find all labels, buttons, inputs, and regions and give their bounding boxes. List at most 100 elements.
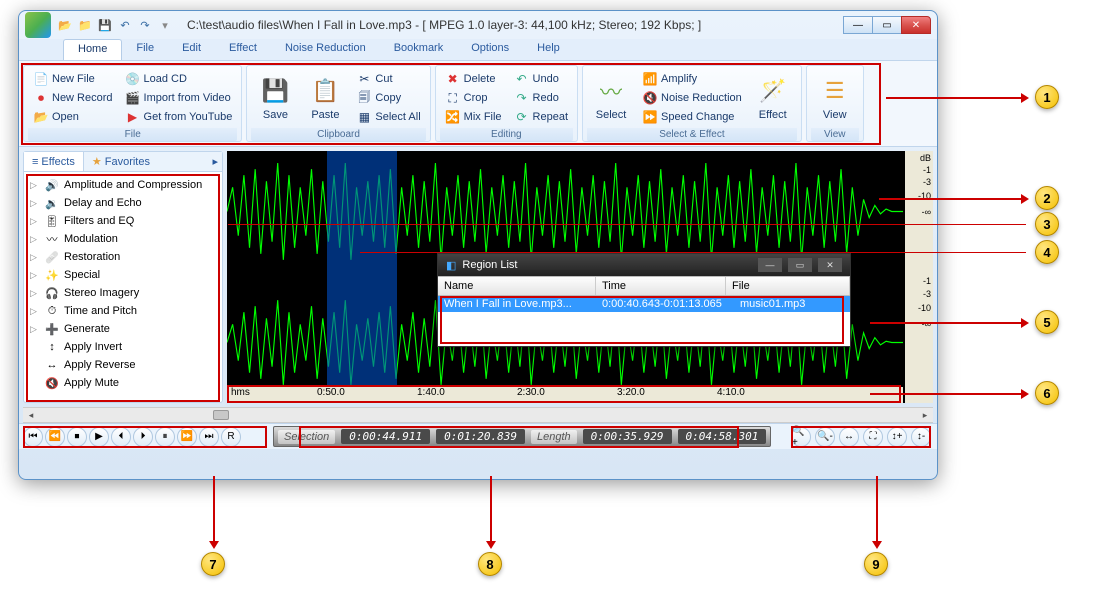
region-close-button[interactable]: ✕ xyxy=(818,258,842,272)
tree-item[interactable]: ↕Apply Invert xyxy=(28,338,218,356)
scrollbar-thumb[interactable] xyxy=(213,410,229,420)
tab-effects[interactable]: ≡Effects xyxy=(24,152,84,171)
pause-button[interactable]: ⏸ xyxy=(155,427,175,447)
scroll-right-icon[interactable]: ▸ xyxy=(917,408,933,422)
col-time[interactable]: Time xyxy=(596,277,726,295)
quick-access-toolbar: 📂 📁 💾 ↶ ↷ ▾ xyxy=(57,17,173,33)
select-all-button[interactable]: ▦Select All xyxy=(353,108,423,126)
repeat-button[interactable]: ⟳Repeat xyxy=(511,108,571,126)
length-label: Length xyxy=(531,430,577,444)
qat-redo-icon[interactable]: ↷ xyxy=(137,17,153,33)
select-button[interactable]: 〰Select xyxy=(589,70,633,126)
zoom-in-button[interactable]: 🔍+ xyxy=(791,427,811,447)
zoom-vertical-out-button[interactable]: ↕- xyxy=(911,427,931,447)
menu-options[interactable]: Options xyxy=(457,39,523,60)
waveform-display[interactable]: dB -1 -3 -10 -∞ -1 -3 -10 -∞ hms 0:50.0 … xyxy=(227,151,933,403)
save-button[interactable]: 💾Save xyxy=(253,70,297,126)
view-button[interactable]: ☰View xyxy=(813,70,857,126)
menu-help[interactable]: Help xyxy=(523,39,574,60)
zoom-tools: 🔍+ 🔍- ↔ ⛶ ↕+ ↕- xyxy=(791,427,933,447)
zoom-vertical-in-button[interactable]: ↕+ xyxy=(887,427,907,447)
prev-button[interactable]: ⏴ xyxy=(111,427,131,447)
callout-1: 1 xyxy=(1035,85,1059,109)
tree-item[interactable]: 🔇Apply Mute xyxy=(28,374,218,392)
qat-open-icon[interactable]: 📂 xyxy=(57,17,73,33)
callout-5: 5 xyxy=(1035,310,1059,334)
open-button[interactable]: 📂Open xyxy=(30,108,116,126)
tree-item[interactable]: ▷🔉Delay and Echo xyxy=(28,194,218,212)
undo-icon: ↶ xyxy=(514,71,530,87)
tree-item[interactable]: ▷🎚Filters and EQ xyxy=(28,212,218,230)
region-maximize-button[interactable]: ▭ xyxy=(788,258,812,272)
minimize-button[interactable]: — xyxy=(843,16,873,34)
delete-button[interactable]: ✖Delete xyxy=(442,70,505,88)
close-button[interactable]: ✕ xyxy=(901,16,931,34)
menu-home[interactable]: Home xyxy=(63,39,122,60)
import-video-button[interactable]: 🎬Import from Video xyxy=(122,89,236,107)
mixfile-button[interactable]: 🔀Mix File xyxy=(442,108,505,126)
undo-button[interactable]: ↶Undo xyxy=(511,70,571,88)
tree-item[interactable]: ▷⏱Time and Pitch xyxy=(28,302,218,320)
zoom-selection-button[interactable]: ⛶ xyxy=(863,427,883,447)
tree-item[interactable]: ▷➕Generate xyxy=(28,320,218,338)
goto-end-button[interactable]: ⏭ xyxy=(199,427,219,447)
next-button[interactable]: ⏵ xyxy=(133,427,153,447)
tree-item[interactable]: ▷✨Special xyxy=(28,266,218,284)
new-file-button[interactable]: 📄New File xyxy=(30,70,116,88)
tree-item[interactable]: ▷🩹Restoration xyxy=(28,248,218,266)
goto-start-button[interactable]: ⏮ xyxy=(23,427,43,447)
effect-button[interactable]: 🪄Effect xyxy=(751,70,795,126)
horizontal-scrollbar[interactable]: ◂ ▸ xyxy=(23,407,933,423)
waveform-selection[interactable] xyxy=(327,151,397,403)
paste-icon: 📋 xyxy=(309,75,341,107)
maximize-button[interactable]: ▭ xyxy=(872,16,902,34)
effects-tab-icon: ≡ xyxy=(32,156,38,168)
menu-noise-reduction[interactable]: Noise Reduction xyxy=(271,39,380,60)
scroll-left-icon[interactable]: ◂ xyxy=(23,408,39,422)
new-record-button[interactable]: ⏺New Record xyxy=(30,89,116,107)
crop-button[interactable]: ⛶Crop xyxy=(442,89,505,107)
amplify-button[interactable]: 📶Amplify xyxy=(639,70,745,88)
region-title: Region List xyxy=(462,259,517,271)
qat-save-icon[interactable]: 💾 xyxy=(97,17,113,33)
zoom-full-button[interactable]: ↔ xyxy=(839,427,859,447)
sidebar-collapse-icon[interactable]: ▸ xyxy=(208,152,222,171)
load-cd-button[interactable]: 💿Load CD xyxy=(122,70,236,88)
tree-item[interactable]: ↔Apply Reverse xyxy=(28,356,218,374)
record-toggle-button[interactable]: R xyxy=(221,427,241,447)
play-button[interactable]: ▶ xyxy=(89,427,109,447)
rewind-button[interactable]: ⏪ xyxy=(45,427,65,447)
menu-effect[interactable]: Effect xyxy=(215,39,271,60)
star-icon: ★ xyxy=(92,155,102,168)
transport-bar: ⏮ ⏪ ⏹ ▶ ⏴ ⏵ ⏸ ⏩ ⏭ R Selection 0:00:44.91… xyxy=(19,423,937,449)
cut-button[interactable]: ✂Cut xyxy=(353,70,423,88)
qat-undo-icon[interactable]: ↶ xyxy=(117,17,133,33)
copy-button[interactable]: 🗐Copy xyxy=(353,89,423,107)
callout-9: 9 xyxy=(864,552,888,576)
redo-button[interactable]: ↷Redo xyxy=(511,89,571,107)
noise-reduction-button[interactable]: 🔇Noise Reduction xyxy=(639,89,745,107)
col-name[interactable]: Name xyxy=(438,277,596,295)
forward-button[interactable]: ⏩ xyxy=(177,427,197,447)
qat-dropdown-icon[interactable]: ▾ xyxy=(157,17,173,33)
region-minimize-button[interactable]: — xyxy=(758,258,782,272)
tree-item[interactable]: ▷🔊Amplitude and Compression xyxy=(28,176,218,194)
menu-bookmark[interactable]: Bookmark xyxy=(380,39,458,60)
amplify-icon: 📶 xyxy=(642,71,658,87)
expand-icon: ▷ xyxy=(30,180,40,191)
col-file[interactable]: File xyxy=(726,277,850,295)
tree-item[interactable]: ▷🎧Stereo Imagery xyxy=(28,284,218,302)
zoom-out-button[interactable]: 🔍- xyxy=(815,427,835,447)
tree-item[interactable]: ▷〰Modulation xyxy=(28,230,218,248)
callout-2: 2 xyxy=(1035,186,1059,210)
titlebar: 📂 📁 💾 ↶ ↷ ▾ C:\test\audio files\When I F… xyxy=(19,11,937,39)
qat-open2-icon[interactable]: 📁 xyxy=(77,17,93,33)
youtube-button[interactable]: ▶Get from YouTube xyxy=(122,108,236,126)
stop-button[interactable]: ⏹ xyxy=(67,427,87,447)
paste-button[interactable]: 📋Paste xyxy=(303,70,347,126)
menu-edit[interactable]: Edit xyxy=(168,39,215,60)
speed-change-button[interactable]: ⏩Speed Change xyxy=(639,108,745,126)
menu-file[interactable]: File xyxy=(122,39,168,60)
expand-icon: ▷ xyxy=(30,198,40,209)
tab-favorites[interactable]: ★Favorites xyxy=(84,152,158,171)
